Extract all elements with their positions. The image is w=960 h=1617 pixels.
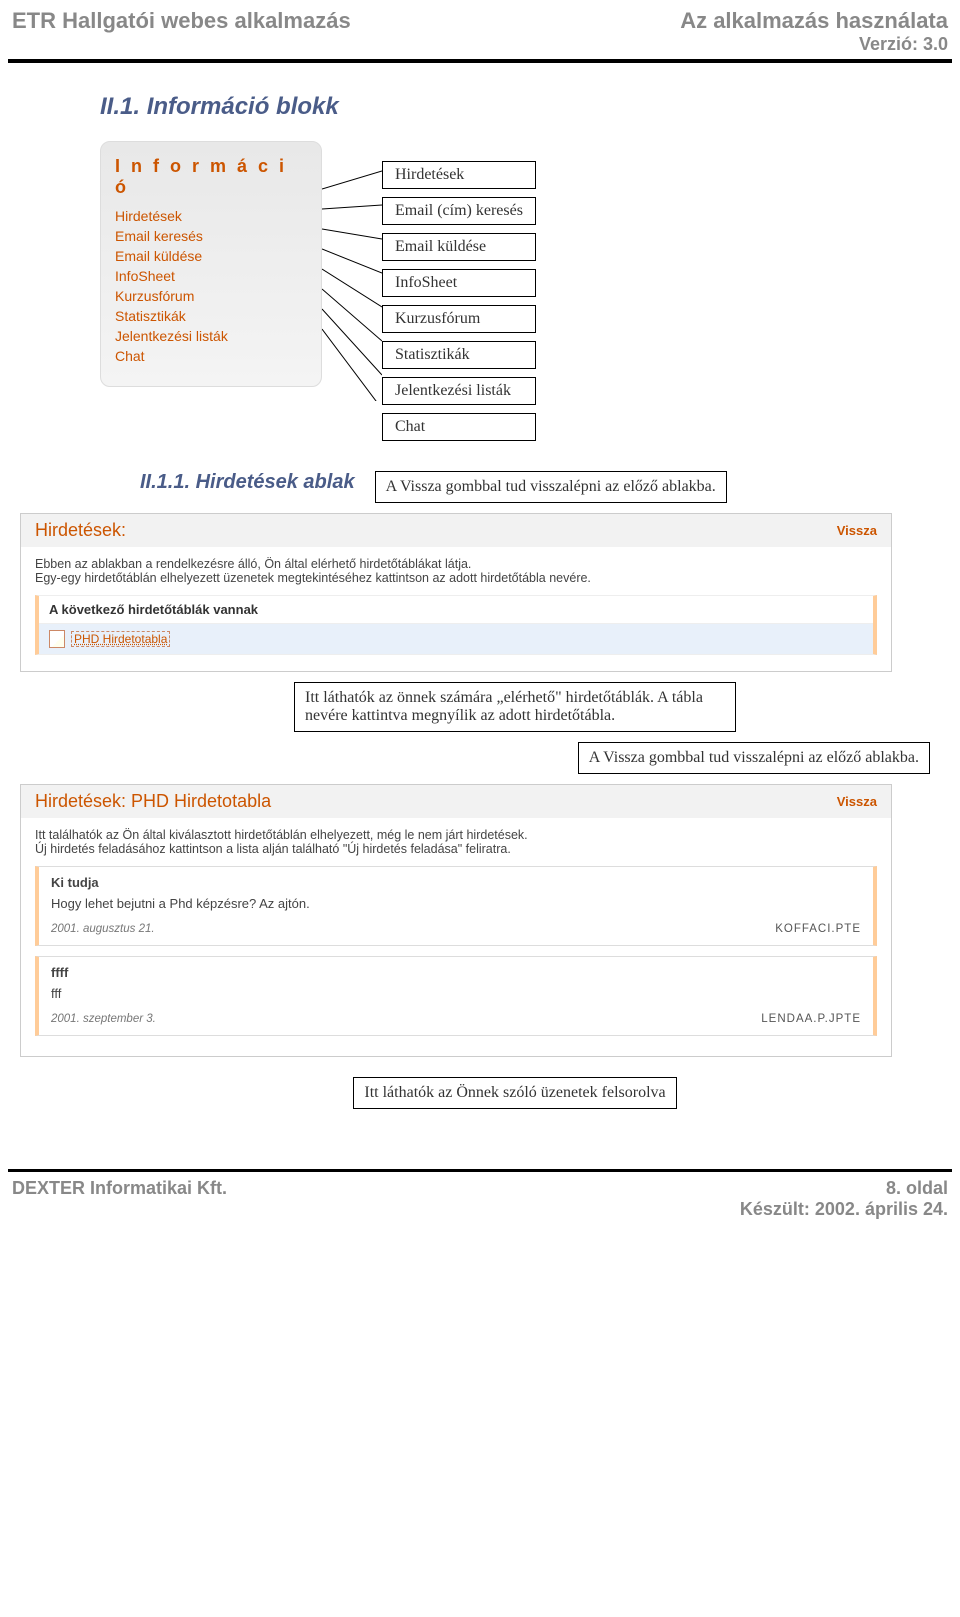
message-author: LENDAA.P.JPTE: [761, 1013, 861, 1025]
annotation-uzenetek: Itt láthatók az Önnek szóló üzenetek fel…: [353, 1077, 676, 1109]
panel1-sub-header: A következő hirdetőtáblák vannak: [39, 596, 873, 624]
menu-item-jelentkezesi[interactable]: Jelentkezési listák: [101, 326, 321, 346]
menu-item-infosheet[interactable]: InfoSheet: [101, 266, 321, 286]
label-email-kuldese: Email küldése: [382, 233, 536, 261]
label-hirdetesek: Hirdetések: [382, 161, 536, 189]
connector-lines-icon: [322, 141, 382, 401]
menu-item-chat[interactable]: Chat: [101, 346, 321, 366]
message-title: ffff: [39, 957, 873, 982]
message-title: Ki tudja: [39, 867, 873, 892]
vissza-link-1[interactable]: Vissza: [837, 523, 877, 538]
board-link-phd[interactable]: PHD Hirdetotabla: [71, 631, 170, 647]
menu-item-email-kereses[interactable]: Email keresés: [101, 226, 321, 246]
label-chat: Chat: [382, 413, 536, 441]
message-item: ffff fff 2001. szeptember 3. LENDAA.P.JP…: [35, 956, 877, 1036]
panel-hirdetesek: Hirdetések: Vissza Ebben az ablakban a r…: [20, 513, 892, 672]
info-menu: I n f o r m á c i ó Hirdetések Email ker…: [100, 141, 322, 387]
message-item: Ki tudja Hogy lehet bejutni a Phd képzés…: [35, 866, 877, 946]
panel2-desc2: Új hirdetés feladásához kattintson a lis…: [35, 842, 877, 856]
message-text: fff: [39, 982, 873, 1009]
label-jelentkezesi: Jelentkezési listák: [382, 377, 536, 405]
subsection-title: II.1.1. Hirdetések ablak: [140, 471, 355, 494]
panel1-desc2: Egy-egy hirdetőtáblán elhelyezett üzenet…: [35, 571, 877, 585]
panel-phd-board: Hirdetések: PHD Hirdetotabla Vissza Itt …: [20, 784, 892, 1057]
menu-item-statisztikak[interactable]: Statisztikák: [101, 306, 321, 326]
vissza-link-2[interactable]: Vissza: [837, 794, 877, 809]
menu-item-email-kuldese[interactable]: Email küldése: [101, 246, 321, 266]
panel2-desc1: Itt találhatók az Ön által kiválasztott …: [35, 828, 877, 842]
message-text: Hogy lehet bejutni a Phd képzésre? Az aj…: [39, 892, 873, 919]
page-icon: [49, 630, 65, 648]
message-author: KOFFACI.PTE: [775, 923, 861, 935]
menu-item-hirdetesek[interactable]: Hirdetések: [101, 206, 321, 226]
annotation-vissza-2: A Vissza gombbal tud visszalépni az előz…: [578, 742, 930, 774]
annotation-vissza-1: A Vissza gombbal tud visszalépni az előz…: [375, 471, 727, 503]
footer-date: Készült: 2002. április 24.: [740, 1199, 948, 1220]
annotation-elerheto: Itt láthatók az önnek számára „elérhető"…: [294, 682, 736, 732]
menu-item-kurzusforum[interactable]: Kurzusfórum: [101, 286, 321, 306]
footer-page: 8. oldal: [886, 1178, 948, 1198]
panel1-desc1: Ebben az ablakban a rendelkezésre álló, …: [35, 557, 877, 571]
label-infosheet: InfoSheet: [382, 269, 536, 297]
label-statisztikak: Statisztikák: [382, 341, 536, 369]
message-date: 2001. augusztus 21.: [51, 923, 155, 935]
info-menu-header: I n f o r m á c i ó: [101, 152, 321, 206]
footer-left: DEXTER Informatikai Kft.: [12, 1178, 227, 1220]
section-title: II.1. Információ blokk: [100, 93, 930, 121]
panel1-title: Hirdetések:: [35, 520, 126, 541]
label-kurzusforum: Kurzusfórum: [382, 305, 536, 333]
message-date: 2001. szeptember 3.: [51, 1013, 156, 1025]
doc-version: Verzió: 3.0: [680, 34, 948, 55]
panel2-title: Hirdetések: PHD Hirdetotabla: [35, 791, 271, 812]
label-email-kereses: Email (cím) keresés: [382, 197, 536, 225]
doc-title-right: Az alkalmazás használata: [680, 8, 948, 33]
doc-title-left: ETR Hallgatói webes alkalmazás: [12, 8, 351, 34]
